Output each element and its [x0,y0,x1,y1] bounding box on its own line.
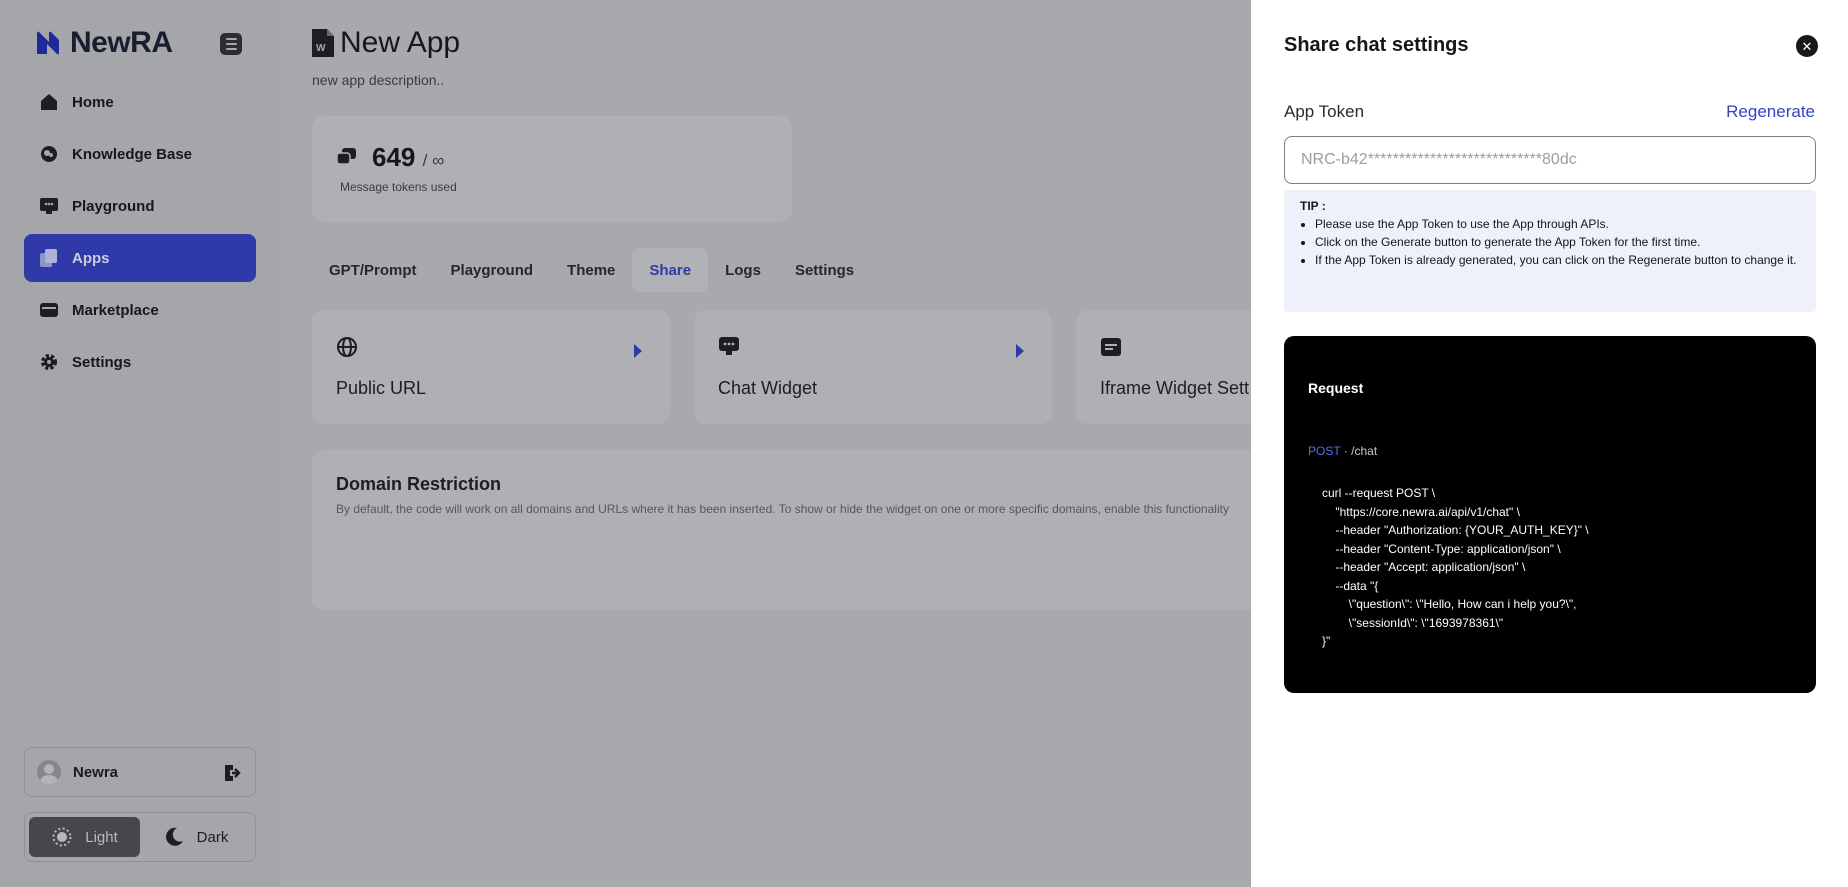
sidebar-item-knowledge-base[interactable]: Knowledge Base [24,130,256,178]
home-icon [38,91,60,113]
theme-dark-label: Dark [196,828,229,846]
app-description: new app description.. [312,72,445,88]
close-icon[interactable]: ✕ [1796,35,1818,57]
sun-icon [51,826,73,848]
sidebar-collapse-icon[interactable] [220,33,242,55]
theme-dark-button[interactable]: Dark [140,817,251,857]
brain-icon [38,143,60,165]
theme-light-button[interactable]: Light [29,817,140,857]
chevron-right-icon [634,344,642,358]
share-option-label: Chat Widget [718,378,818,398]
sidebar-item-label: Home [72,93,114,111]
share-chat-widget-card[interactable]: Chat Widget [694,310,1052,424]
sidebar-nav: Home Knowledge Base Playground Apps Mark… [24,78,256,390]
domain-restriction-card: Domain Restriction By default, the code … [312,450,1362,610]
request-code-block: Request POST · /chat curl --request POST… [1284,336,1816,693]
app-token-input[interactable] [1284,136,1816,184]
token-limit: / ∞ [422,151,445,170]
sidebar-item-label: Marketplace [72,301,159,319]
token-usage-value: 649 / ∞ [372,142,444,173]
page-title: W New App [312,26,460,60]
request-path: · /chat [1340,444,1378,458]
tab-settings[interactable]: Settings [778,248,871,292]
domain-restriction-description: By default, the code will work on all do… [336,502,1229,516]
tab-share[interactable]: Share [632,248,709,292]
app-name: New App [340,26,461,59]
tab-theme[interactable]: Theme [550,248,632,292]
sidebar-item-label: Playground [72,197,155,215]
tip-title: TIP : [1300,199,1326,213]
gear-icon [38,351,60,373]
globe-icon [337,337,357,357]
sidebar-item-label: Knowledge Base [72,145,193,163]
messages-icon [336,148,356,165]
brand-logo[interactable]: NewRA [34,26,173,60]
share-option-label: Public URL [336,378,427,398]
sidebar-item-label: Apps [72,249,110,267]
chat-widget-icon [719,337,739,355]
share-option-label: Iframe Widget Sett [1100,378,1250,398]
sidebar-item-settings[interactable]: Settings [24,338,256,386]
chevron-right-icon [1016,344,1024,358]
logout-icon[interactable] [221,762,243,784]
newra-logo-icon [37,31,59,55]
brand-name: NewRA [70,26,173,59]
token-usage-card: 649 / ∞ [312,116,792,222]
drawer-title: Share chat settings [1284,34,1469,56]
request-heading: Request [1308,380,1364,396]
app-token-label: App Token [1284,102,1365,121]
regenerate-button[interactable]: Regenerate [1726,102,1815,122]
apps-icon [38,247,60,269]
sidebar-item-label: Settings [72,353,132,371]
tip-item: Please use the App Token to use the App … [1315,216,1800,233]
tip-box: TIP : Please use the App Token to use th… [1284,190,1816,312]
theme-toggle: Light Dark [24,812,256,862]
tip-list: Please use the App Token to use the App … [1300,216,1800,269]
share-settings-drawer: Share chat settings ✕ App Token Regenera… [1251,0,1848,887]
sidebar-item-apps[interactable]: Apps [24,234,256,282]
user-profile[interactable]: Newra [24,747,256,797]
domain-restriction-title: Domain Restriction [336,474,502,494]
tip-item: Click on the Generate button to generate… [1315,234,1800,251]
tab-gpt-prompt[interactable]: GPT/Prompt [312,248,434,292]
user-name: Newra [73,763,119,781]
tab-playground[interactable]: Playground [434,248,551,292]
avatar [37,760,61,784]
request-method: POST [1308,444,1341,458]
moon-icon [163,826,185,848]
sidebar: NewRA Home Knowledge Base Playground App… [0,0,280,887]
svg-text:W: W [316,43,326,54]
app-tabs: GPT/Prompt Playground Theme Share Logs S… [312,248,871,292]
tip-item: If the App Token is already generated, y… [1315,252,1800,269]
sidebar-item-marketplace[interactable]: Marketplace [24,286,256,334]
chat-monitor-icon [38,195,60,217]
tab-logs[interactable]: Logs [708,248,778,292]
request-code[interactable]: curl --request POST \ "https://core.newr… [1322,484,1589,651]
request-endpoint: POST · /chat [1308,444,1377,458]
token-count: 649 [372,142,416,172]
store-icon [38,299,60,321]
theme-light-label: Light [85,828,118,846]
sidebar-item-home[interactable]: Home [24,78,256,126]
iframe-icon [1101,338,1121,356]
document-icon: W [312,29,334,57]
token-usage-label: Message tokens used [340,180,457,194]
share-public-url-card[interactable]: Public URL [312,310,670,424]
sidebar-item-playground[interactable]: Playground [24,182,256,230]
